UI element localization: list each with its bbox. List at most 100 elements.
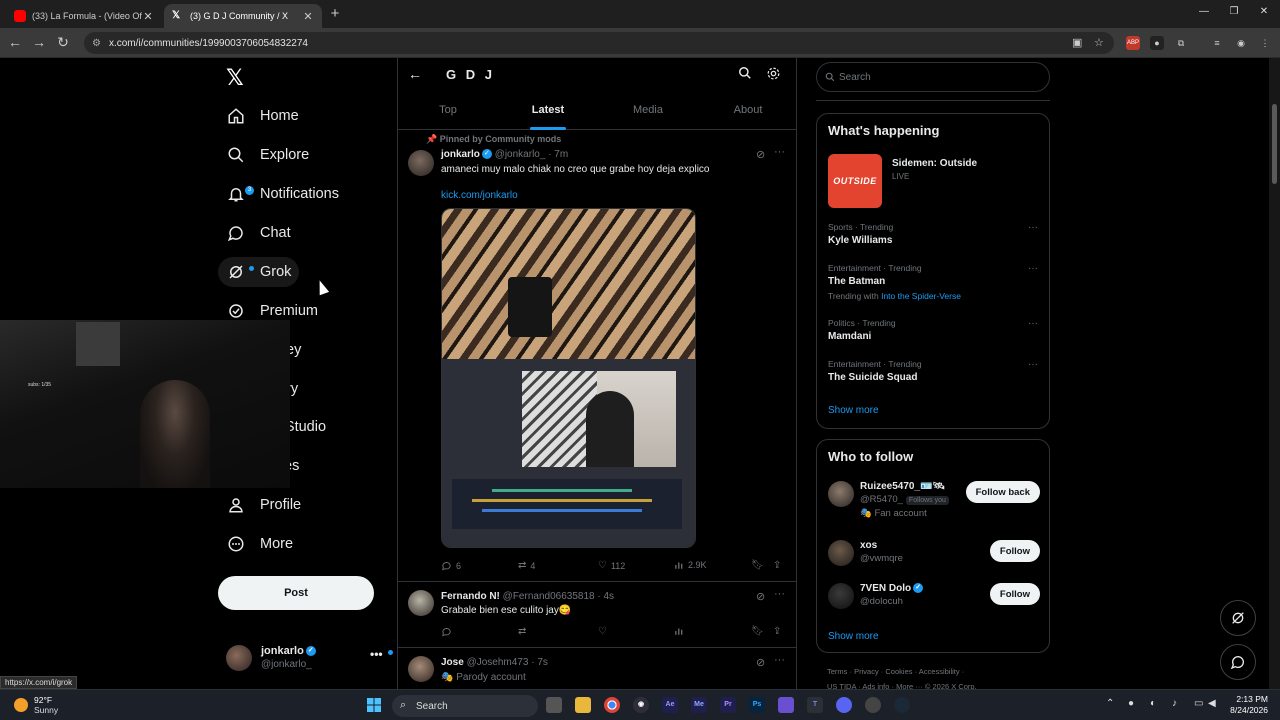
tray-app-icon[interactable]: ● [1128, 698, 1134, 709]
new-tab-button[interactable]: + [326, 5, 344, 22]
volume-icon[interactable]: ◀ [1208, 698, 1216, 709]
nav-more[interactable]: More [218, 529, 301, 559]
teams-icon[interactable]: T [807, 697, 823, 713]
footer-link[interactable]: Terms [827, 667, 847, 676]
tray-app-icon[interactable]: ◐ [1150, 698, 1156, 709]
grok-explain-icon[interactable]: ⊘ [756, 656, 765, 669]
settings-gear-icon[interactable] [766, 66, 782, 82]
share-button[interactable]: ⇪ [773, 626, 781, 637]
grok-floating-button[interactable] [1220, 600, 1256, 636]
avatar[interactable] [408, 656, 434, 682]
scrollbar-thumb[interactable] [1272, 104, 1277, 184]
minimize-icon[interactable]: — [1194, 6, 1214, 17]
post-more-icon[interactable]: ··· [774, 654, 785, 666]
trend-more-icon[interactable]: ··· [1028, 222, 1038, 233]
follow-button[interactable]: Follow [989, 583, 1040, 605]
post-author[interactable]: Fernando N! @Fernand06635818 · 4s [441, 591, 614, 602]
avatar[interactable] [408, 150, 434, 176]
back-icon[interactable]: ← [6, 34, 24, 50]
messages-floating-button[interactable] [1220, 644, 1256, 680]
close-window-icon[interactable]: ✕ [1254, 6, 1274, 17]
reply-button[interactable] [441, 626, 456, 637]
footer-link[interactable]: Cookies [885, 667, 912, 676]
extension-icon[interactable]: ● [1150, 36, 1164, 50]
follow-back-button[interactable]: Follow back [965, 481, 1040, 503]
nav-home[interactable]: Home [218, 101, 307, 131]
post-image[interactable] [441, 208, 696, 548]
nav-explore[interactable]: Explore [218, 140, 317, 170]
bookmark-button[interactable]: 🔖︎ [751, 560, 764, 571]
obs-icon[interactable]: ◉ [633, 697, 649, 713]
install-app-icon[interactable]: ▣ [1072, 36, 1082, 49]
tab-about[interactable]: About [698, 94, 796, 130]
taskbar-search-input[interactable]: ⌕ Search [392, 695, 538, 717]
reply-button[interactable]: 6 [441, 560, 461, 571]
microphone-icon[interactable]: ♪ [1172, 698, 1177, 709]
trend-more-icon[interactable]: ··· [1028, 318, 1038, 329]
reload-icon[interactable]: ↻ [54, 34, 72, 51]
trend-with-link[interactable]: Into the Spider-Verse [881, 291, 961, 301]
follow-suggestion[interactable]: xos @vwmqre Follow [828, 540, 1040, 574]
steam-icon[interactable] [894, 697, 910, 713]
media-controls-icon[interactable]: ≡ [1210, 36, 1224, 50]
grok-explain-icon[interactable]: ⊘ [756, 148, 765, 161]
browser-tab-youtube[interactable]: (33) La Formula - (Video Oficia ✕ [6, 4, 162, 28]
search-icon[interactable] [738, 66, 754, 82]
profile-icon[interactable]: ◉ [1234, 36, 1248, 50]
follow-suggestion[interactable]: Ruizee5470_🪪🛰 @R5470_ Follows you 🎭 Fan a… [828, 481, 1040, 527]
trend-item[interactable]: Entertainment · Trending The Suicide Squ… [828, 359, 1038, 383]
repost-button[interactable]: ⇄ 4 [518, 560, 535, 571]
like-button[interactable]: ♡ [598, 626, 607, 637]
app-icon[interactable] [865, 697, 881, 713]
premiere-icon[interactable]: Pr [720, 697, 736, 713]
nav-grok[interactable]: Grok [218, 257, 300, 287]
post-more-icon[interactable]: ··· [774, 588, 785, 600]
post-author[interactable]: Jose @Josehm473 · 7s [441, 657, 548, 668]
post[interactable]: Fernando N! @Fernand06635818 · 4s ⊘ ··· … [398, 582, 796, 648]
discord-icon[interactable] [836, 697, 852, 713]
post-more-icon[interactable]: ··· [774, 146, 785, 158]
trend-more-icon[interactable]: ··· [1028, 359, 1038, 370]
tab-latest[interactable]: Latest [498, 94, 598, 130]
network-icon[interactable]: ▭ [1194, 698, 1203, 709]
taskbar-clock[interactable]: 2:13 PM 8/24/2026 [1222, 694, 1268, 716]
adblock-extension-icon[interactable]: ABP [1126, 36, 1140, 50]
maximize-icon[interactable]: ❐ [1224, 6, 1244, 17]
close-tab-icon[interactable]: ✕ [302, 10, 314, 23]
chrome-icon[interactable] [604, 697, 620, 713]
bookmark-star-icon[interactable]: ☆ [1094, 36, 1104, 49]
pinned-post[interactable]: 📌 Pinned by Community mods jonkarlo ✓ @jo… [398, 130, 796, 582]
url-input[interactable]: ⚙ x.com/i/communities/199900370605483227… [84, 32, 1114, 54]
featured-event-title[interactable]: Sidemen: Outside [892, 158, 977, 169]
tab-media[interactable]: Media [598, 94, 698, 130]
post-author[interactable]: jonkarlo ✓ @jonkarlo_ · 7m [441, 149, 568, 160]
trend-item[interactable]: Entertainment · Trending The Batman Tren… [828, 263, 1038, 301]
grok-explain-icon[interactable]: ⊘ [756, 590, 765, 603]
extensions-puzzle-icon[interactable]: ⧉ [1174, 36, 1188, 50]
forward-icon[interactable]: → [30, 34, 48, 50]
post-link[interactable]: kick.com/jonkarlo [441, 190, 518, 201]
avatar[interactable] [828, 481, 854, 507]
repost-button[interactable]: ⇄ [518, 626, 526, 637]
footer-link[interactable]: Privacy [854, 667, 879, 676]
views-button[interactable]: 2.9K [674, 560, 707, 570]
nav-notifications[interactable]: 3 Notifications [218, 179, 347, 209]
avatar[interactable] [828, 540, 854, 566]
browser-menu-icon[interactable]: ⋮ [1258, 36, 1272, 50]
tab-top[interactable]: Top [398, 94, 498, 130]
bookmark-button[interactable]: 🔖︎ [751, 626, 764, 637]
featured-event-image[interactable]: OUTSIDE [828, 154, 882, 208]
nav-chat[interactable]: Chat [218, 218, 299, 248]
browser-tab-x[interactable]: 𝕏 (3) G D J Community / X ✕ [164, 4, 322, 28]
trend-more-icon[interactable]: ··· [1028, 263, 1038, 274]
page-scrollbar[interactable] [1269, 58, 1280, 698]
site-info-icon[interactable]: ⚙ [92, 38, 101, 49]
after-effects-icon[interactable]: Ae [662, 697, 678, 713]
views-button[interactable] [674, 626, 688, 636]
media-encoder-icon[interactable]: Me [691, 697, 707, 713]
account-more-icon[interactable]: ••• [370, 647, 383, 661]
avatar[interactable] [408, 590, 434, 616]
share-button[interactable]: ⇪ [773, 560, 781, 571]
post-button[interactable]: Post [218, 576, 374, 610]
like-button[interactable]: ♡ 112 [598, 560, 625, 571]
